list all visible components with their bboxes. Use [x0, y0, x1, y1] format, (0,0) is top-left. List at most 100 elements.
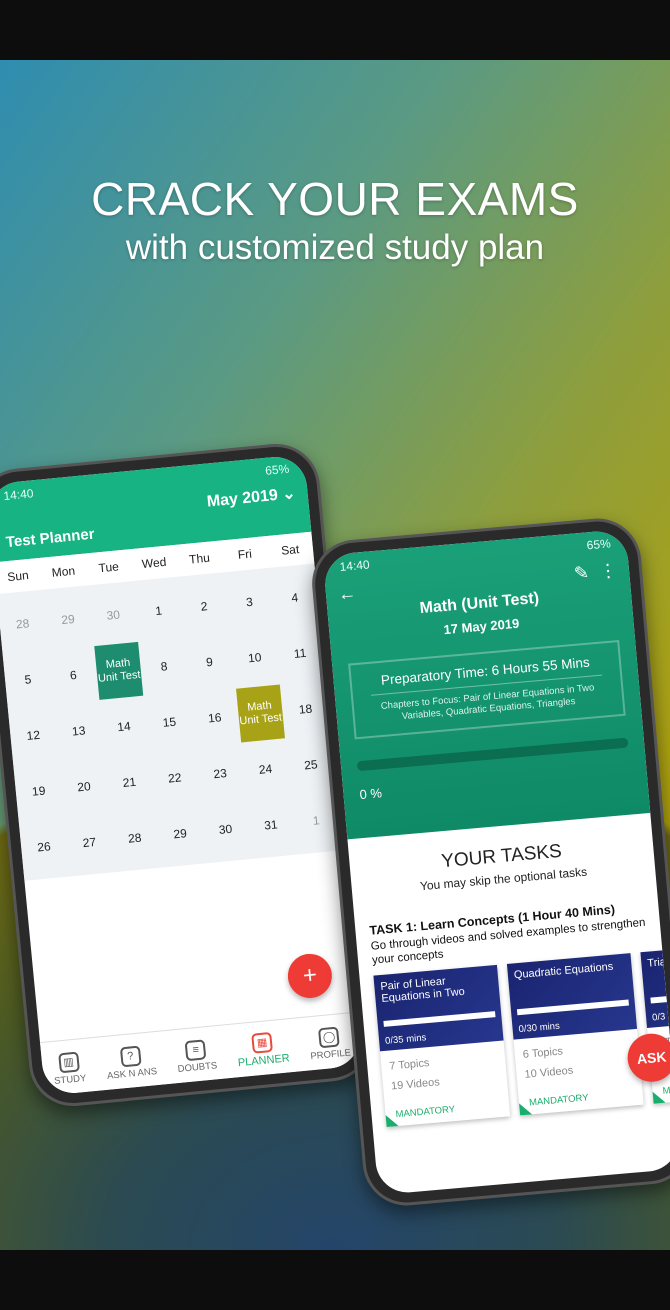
nav-item-ask-n-ans[interactable]: ? ASK N ANS: [104, 1044, 158, 1082]
top-black-bar: [0, 0, 670, 60]
calendar-day[interactable]: 27: [64, 812, 115, 872]
day-number: 16: [207, 710, 223, 726]
day-number: 4: [290, 590, 299, 605]
calendar-day[interactable]: 30: [200, 799, 251, 859]
day-number: 15: [162, 714, 177, 730]
calendar-day[interactable]: 23: [195, 744, 246, 804]
corner-marker: [385, 1114, 399, 1128]
back-arrow-icon[interactable]: ←: [337, 583, 357, 605]
day-number: 30: [105, 607, 121, 623]
month-selector[interactable]: May 2019 ⌄: [206, 483, 297, 511]
progress-label: 0 %: [358, 785, 383, 803]
calendar-day[interactable]: 9: [184, 632, 235, 692]
weekday-label: Tue: [97, 559, 120, 576]
calendar-day[interactable]: 28: [0, 594, 48, 654]
day-number: 2: [200, 599, 209, 614]
calendar-day[interactable]: 6: [48, 645, 99, 705]
calendar-day[interactable]: 5: [3, 650, 54, 710]
chapter-card[interactable]: Pair of Linear Equations in Two 0/35 mins…: [373, 964, 511, 1128]
nav-label: PROFILE: [309, 1047, 352, 1063]
calendar-day[interactable]: 12: [8, 705, 59, 765]
calendar-event[interactable]: Math Unit Test: [235, 684, 285, 743]
card-title: Pair of Linear Equations in Two: [379, 975, 466, 1006]
day-number: 14: [116, 719, 132, 735]
calendar-day[interactable]: 8: [139, 636, 190, 696]
card-body: 7 Topics 19 Videos: [380, 1041, 508, 1104]
calendar-day[interactable]: 29: [155, 804, 206, 864]
calendar-day[interactable]: 20: [59, 757, 110, 817]
calendar-icon: ▦: [251, 1031, 274, 1054]
day-number: 24: [258, 761, 273, 777]
calendar-day[interactable]: 16: [189, 688, 240, 748]
calendar-day[interactable]: 29: [43, 589, 94, 649]
nav-item-study[interactable]: ▥ STUDY: [52, 1051, 87, 1087]
day-number: 29: [60, 611, 76, 628]
day-number: 9: [205, 654, 214, 670]
status-time: 14:40: [2, 486, 35, 504]
page-title: Test Planner: [5, 525, 96, 552]
status-battery: 65%: [264, 461, 290, 478]
nav-item-profile[interactable]: ◯ PROFILE: [308, 1025, 352, 1062]
day-number: 29: [172, 826, 188, 842]
card-banner: Pair of Linear Equations in Two 0/35 mins: [373, 964, 504, 1052]
card-progress-bar: [650, 987, 670, 1004]
chevron-down-icon: ⌄: [281, 485, 297, 504]
calendar-day[interactable]: 10: [229, 628, 280, 688]
calendar-day[interactable]: 13: [53, 701, 104, 761]
subheadline: with customized study plan: [125, 228, 545, 267]
calendar-day[interactable]: 26: [19, 817, 70, 877]
more-vert-icon[interactable]: ⋮: [598, 560, 618, 581]
status-battery: 65%: [586, 536, 612, 553]
day-number: 28: [127, 830, 143, 846]
calendar-day[interactable]: 15: [144, 692, 195, 752]
calendar-day[interactable]: 14: [99, 697, 150, 757]
day-number: 1: [154, 603, 163, 619]
promo-headline: CRACK YOUR EXAMS with customized study p…: [0, 172, 670, 268]
calendar-day[interactable]: 1: [133, 581, 184, 641]
weekday-label: Mon: [51, 563, 76, 580]
day-number: 10: [247, 650, 263, 666]
calendar-event[interactable]: Math Unit Test: [94, 641, 144, 700]
day-number: 5: [23, 672, 32, 687]
detail-screen: 14:40 65% ← ✎ ⋮ Math (Unit Test) 17 May …: [322, 528, 670, 1196]
day-number: 22: [167, 770, 183, 786]
day-number: 26: [36, 839, 52, 855]
calendar-day[interactable]: Math Unit Test: [235, 683, 286, 743]
chapter-card[interactable]: Quadratic Equations 0/30 mins 6 Topics 10 V…: [506, 953, 644, 1116]
nav-item-planner[interactable]: ▦ PLANNER: [235, 1030, 290, 1069]
weekday-label: Thu: [188, 550, 211, 567]
day-number: 11: [293, 645, 308, 661]
edit-pencil-icon[interactable]: ✎: [573, 562, 590, 583]
calendar-day[interactable]: Math Unit Test: [93, 641, 144, 701]
day-number: 6: [69, 667, 78, 683]
day-number: 3: [245, 594, 254, 610]
prep-box: Preparatory Time: 6 Hours 55 Mins Chapte…: [348, 639, 626, 740]
calendar-day[interactable]: 24: [240, 739, 291, 799]
nav-item-doubts[interactable]: ≡ DOUBTS: [175, 1038, 218, 1075]
calendar-day[interactable]: 30: [88, 585, 139, 645]
nav-label: STUDY: [53, 1072, 87, 1087]
day-number: 31: [263, 817, 279, 833]
calendar-day[interactable]: 19: [13, 761, 64, 821]
calendar-day[interactable]: 21: [104, 752, 155, 812]
day-number: 28: [15, 616, 30, 632]
add-test-button[interactable]: +: [285, 951, 334, 1000]
day-number: 12: [26, 727, 41, 743]
day-number: 23: [212, 766, 228, 782]
calendar-day[interactable]: 3: [224, 572, 275, 632]
detail-phone: 14:40 65% ← ✎ ⋮ Math (Unit Test) 17 May …: [308, 514, 670, 1210]
calendar-day[interactable]: 2: [179, 576, 230, 636]
calendar-day[interactable]: 28: [109, 808, 160, 868]
nav-label: PLANNER: [237, 1052, 291, 1070]
card-minutes: 0/30 mins: [518, 1020, 561, 1036]
calendar-day[interactable]: 31: [246, 795, 297, 855]
weekday-label: Sat: [280, 542, 300, 558]
nav-label: ASK N ANS: [106, 1066, 158, 1082]
day-number: 1: [312, 813, 321, 828]
question-icon: ?: [119, 1045, 142, 1068]
card-minutes: 0/3: [651, 1011, 666, 1024]
card-banner: Quadratic Equations 0/30 mins: [506, 953, 638, 1040]
calendar-day[interactable]: 22: [149, 748, 200, 808]
headline: CRACK YOUR EXAMS: [91, 173, 579, 225]
planner-phone: 14:40 65% Test Planner May 2019 ⌄ Sun Mon…: [0, 439, 377, 1111]
